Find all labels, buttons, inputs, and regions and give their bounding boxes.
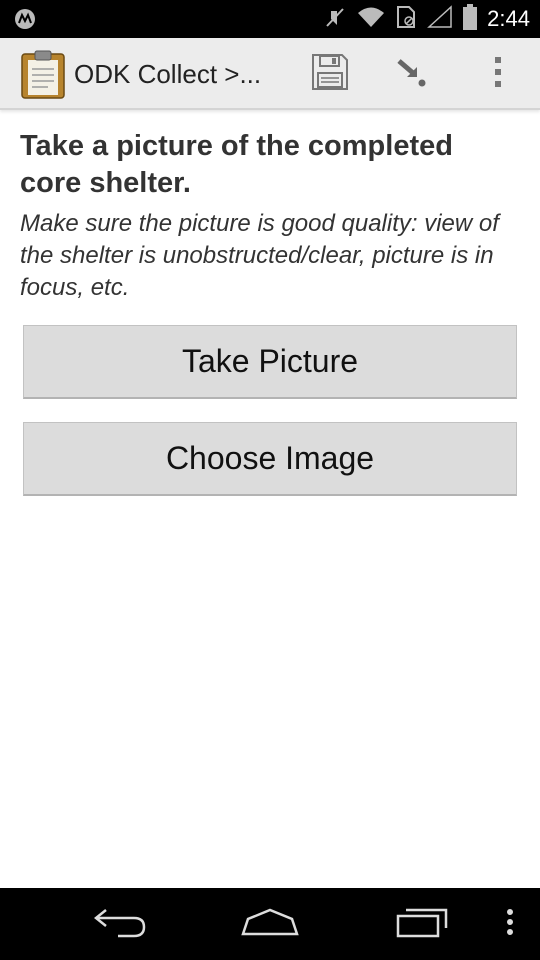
goto-icon xyxy=(395,55,429,94)
status-bar: 2:44 xyxy=(0,0,540,38)
menu-icon xyxy=(506,908,514,941)
wifi-icon xyxy=(357,5,385,34)
take-picture-button[interactable]: Take Picture xyxy=(23,325,517,399)
choose-image-button[interactable]: Choose Image xyxy=(23,422,517,496)
goto-button[interactable] xyxy=(390,52,434,96)
battery-icon xyxy=(463,3,478,35)
question-hint: Make sure the picture is good quality: v… xyxy=(20,210,499,301)
overflow-menu-icon xyxy=(493,56,503,93)
save-icon xyxy=(311,53,349,96)
status-time: 2:44 xyxy=(487,6,530,31)
motorola-logo-icon xyxy=(14,8,36,30)
home-icon xyxy=(240,907,300,942)
home-button[interactable] xyxy=(236,904,304,944)
action-bar: ODK Collect >... xyxy=(0,38,540,110)
question-area: Take a picture of the completed core she… xyxy=(20,128,520,304)
signal-icon xyxy=(427,4,453,34)
back-icon xyxy=(92,906,148,943)
navigation-bar xyxy=(0,888,540,960)
recent-apps-button[interactable] xyxy=(390,904,454,944)
overflow-menu-button[interactable] xyxy=(476,52,520,96)
sim-no-service-icon xyxy=(395,5,417,34)
question-label: Take a picture of the completed core she… xyxy=(20,130,453,199)
clipboard-icon[interactable] xyxy=(20,49,66,99)
app-title[interactable]: ODK Collect >... xyxy=(74,59,261,90)
mute-icon xyxy=(323,5,347,34)
back-button[interactable] xyxy=(88,904,152,944)
recent-apps-icon xyxy=(394,906,450,943)
menu-button[interactable] xyxy=(498,904,522,944)
save-button[interactable] xyxy=(308,52,352,96)
